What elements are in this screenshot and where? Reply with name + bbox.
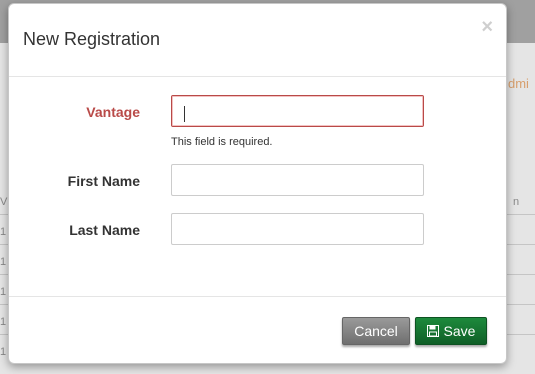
modal-footer-divider bbox=[9, 296, 506, 297]
first-name-input[interactable] bbox=[171, 164, 424, 196]
modal-title: New Registration bbox=[23, 29, 161, 49]
close-icon[interactable]: × bbox=[481, 17, 493, 37]
vantage-label: Vantage bbox=[86, 104, 140, 120]
floppy-disk-icon bbox=[426, 325, 439, 337]
vantage-error-message: This field is required. bbox=[171, 136, 273, 148]
cancel-button[interactable]: Cancel bbox=[342, 317, 410, 345]
save-button[interactable]: Save bbox=[415, 317, 487, 345]
last-name-label: Last Name bbox=[69, 222, 140, 238]
first-name-label: First Name bbox=[67, 173, 140, 189]
cancel-button-label: Cancel bbox=[354, 323, 398, 339]
modal-header: New Registration × bbox=[9, 4, 506, 77]
registration-modal: New Registration × Vantage This field is… bbox=[8, 3, 507, 364]
last-name-input[interactable] bbox=[171, 213, 424, 245]
save-button-label: Save bbox=[443, 323, 476, 339]
vantage-input[interactable] bbox=[171, 95, 424, 127]
text-cursor bbox=[184, 106, 185, 122]
